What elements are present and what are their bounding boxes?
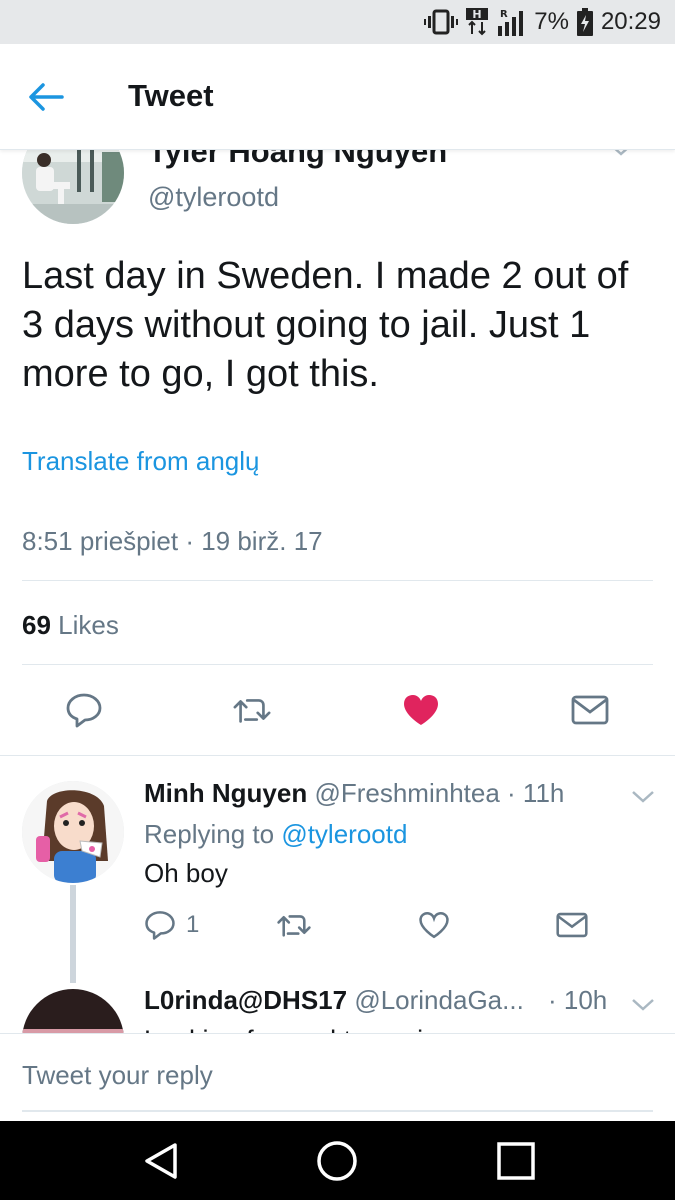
- envelope-icon: [571, 695, 609, 725]
- reply-count: 1: [186, 911, 200, 938]
- nav-recents-button[interactable]: [491, 1137, 541, 1185]
- chevron-down-icon[interactable]: [630, 789, 656, 805]
- nav-back-button[interactable]: [136, 1137, 186, 1185]
- replying-to: Replying to @tylerootd: [144, 819, 407, 850]
- battery-charging-icon: [576, 8, 593, 36]
- reply-composer: [0, 1033, 675, 1121]
- reply-button[interactable]: 1: [144, 907, 199, 943]
- roaming-badge: R: [500, 9, 508, 20]
- reply-text: Oh boy: [144, 858, 228, 888]
- data-transfer-icon: H: [466, 8, 489, 36]
- author-name[interactable]: Tyler Hoang Nguyen: [148, 150, 447, 170]
- input-underline: [22, 1110, 653, 1112]
- reply-author-name[interactable]: Minh Nguyen: [144, 778, 307, 808]
- retweet-button[interactable]: [232, 692, 272, 728]
- reply-header: L0rinda@DHS17 @LorindaGa...: [144, 985, 524, 1016]
- share-button[interactable]: [556, 907, 588, 943]
- translate-link[interactable]: Translate from anglų: [22, 446, 259, 477]
- retweet-icon: [277, 915, 311, 937]
- network-badge: H: [473, 8, 482, 21]
- author-avatar[interactable]: [22, 150, 124, 224]
- share-button[interactable]: [570, 692, 610, 728]
- reply-time: · 10h: [548, 985, 608, 1015]
- reply-avatar[interactable]: [22, 989, 124, 1033]
- signal-icon: R: [496, 8, 526, 36]
- retweet-button[interactable]: [276, 907, 312, 943]
- replying-prefix: Replying to: [144, 819, 275, 849]
- status-bar: H R 7% 20:29: [0, 0, 675, 44]
- heart-icon: [404, 695, 438, 725]
- heart-icon: [419, 911, 449, 939]
- retweet-icon: [233, 699, 271, 723]
- likes-label: Likes: [58, 610, 119, 640]
- reply-header: Minh Nguyen @Freshminhtea · 11h: [144, 778, 564, 809]
- divider: [0, 755, 675, 756]
- chevron-down-icon[interactable]: [608, 150, 634, 158]
- tweet-text: Last day in Sweden. I made 2 out of 3 da…: [22, 255, 629, 395]
- back-button[interactable]: [20, 74, 72, 120]
- likes-count: 69: [22, 610, 51, 640]
- like-button[interactable]: [401, 692, 441, 728]
- clock: 20:29: [600, 8, 661, 35]
- reply-icon: [145, 911, 175, 940]
- reply-time: · 11h: [507, 778, 565, 808]
- page-title: Tweet: [128, 78, 214, 113]
- divider: [22, 580, 653, 581]
- likes-stat[interactable]: 69 Likes: [22, 610, 119, 641]
- replying-to-link[interactable]: @tylerootd: [281, 819, 407, 849]
- reply-actions: 1: [0, 907, 675, 947]
- tweet-timestamp: 8:51 priešpiet · 19 birž. 17: [22, 526, 323, 556]
- vibrate-icon: [424, 9, 459, 35]
- reply-input[interactable]: [22, 1060, 653, 1091]
- battery-percent: 7%: [534, 8, 569, 35]
- nav-recents-icon: [497, 1142, 535, 1180]
- replies-list: Minh Nguyen @Freshminhtea · 11h Replying…: [0, 757, 675, 1033]
- reply-author-name[interactable]: L0rinda@DHS17: [144, 985, 347, 1015]
- reply-icon: [66, 693, 102, 728]
- reply-avatar[interactable]: [22, 781, 124, 883]
- reply-button[interactable]: [64, 692, 104, 728]
- system-nav-bar: [0, 1121, 675, 1200]
- back-arrow-icon: [29, 83, 64, 111]
- envelope-icon: [556, 912, 588, 938]
- reply-text: Looking forward to seeing you guys: [144, 1025, 569, 1033]
- like-button[interactable]: [418, 907, 450, 943]
- reply-author-handle[interactable]: @Freshminhtea: [314, 778, 499, 808]
- chevron-down-icon[interactable]: [630, 997, 656, 1013]
- nav-home-icon: [317, 1141, 357, 1181]
- author-handle[interactable]: @tylerootd: [148, 182, 279, 213]
- divider: [22, 664, 653, 665]
- nav-home-button[interactable]: [312, 1137, 362, 1185]
- app-bar: Tweet: [0, 44, 675, 150]
- reply-author-handle[interactable]: @LorindaGa...: [354, 985, 523, 1015]
- tweet-actions: [0, 680, 675, 740]
- main-tweet: Tyler Hoang Nguyen @tylerootd Last day i…: [0, 150, 675, 756]
- nav-back-icon: [145, 1143, 177, 1179]
